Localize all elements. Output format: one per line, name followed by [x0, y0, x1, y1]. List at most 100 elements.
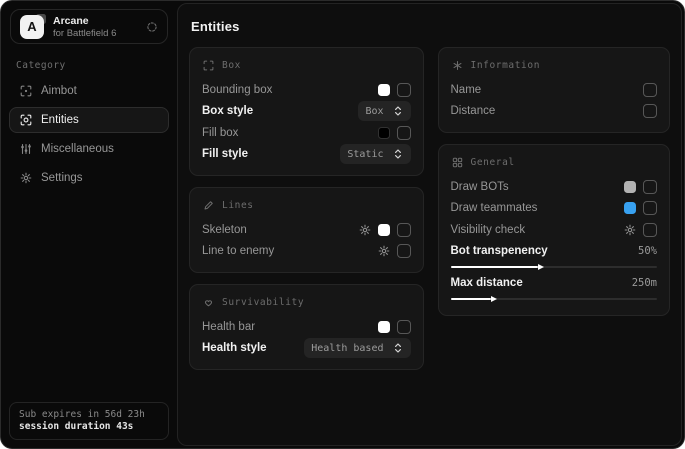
sidebar-item-label: Settings [41, 172, 83, 184]
main-panel: Entities BoxBounding boxBox styleBoxFill… [177, 3, 682, 446]
settings-gear-button-visibility-check[interactable] [624, 224, 636, 236]
updown-icon [392, 148, 404, 160]
grid-icon [452, 157, 463, 168]
setting-label: Name [451, 84, 482, 96]
card-lines: Lines Skeleton Line to enemy [189, 187, 424, 273]
card-header: Information [452, 60, 658, 71]
setting-label: Fill box [202, 127, 238, 139]
card-header: Lines [203, 200, 411, 211]
color-swatch-health-bar[interactable] [378, 321, 390, 333]
slider-track-bot-transpenency[interactable] [451, 266, 658, 268]
setting-row-fill-style: Fill styleStatic [202, 144, 411, 166]
setting-label: Health bar [202, 321, 255, 333]
card-header: Survivability [203, 297, 411, 308]
card-title: Survivability [222, 297, 304, 308]
slider-thumb[interactable] [491, 296, 497, 302]
setting-label: Bounding box [202, 84, 272, 96]
setting-row-health-style: Health style Health based [202, 338, 411, 360]
checkbox-skeleton[interactable] [397, 223, 411, 237]
heart-icon [203, 297, 214, 308]
dropdown-fill-style[interactable]: Static [340, 144, 410, 164]
sliders-icon [20, 143, 32, 155]
gear-icon [624, 224, 636, 236]
setting-row-distance: Distance [451, 101, 658, 123]
app-window: A Arcane for Battlefield 6 Category Aimb… [0, 0, 685, 449]
slider-fill [451, 266, 539, 268]
card-information: Information Name Distance [438, 47, 671, 133]
sidebar-item-entities[interactable]: Entities [9, 107, 169, 133]
gear-icon [359, 224, 371, 236]
box-corners-icon [203, 60, 214, 71]
settings-gear-button-line-to-enemy[interactable] [378, 245, 390, 257]
color-swatch-draw-teammates[interactable] [624, 202, 636, 214]
checkbox-visibility-check[interactable] [643, 223, 657, 237]
row-controls [378, 126, 411, 140]
subscription-info-box: Sub expires in 56d 23h session duration … [9, 402, 169, 440]
row-controls: Box [358, 101, 410, 121]
updown-icon [392, 105, 404, 117]
row-controls [624, 223, 657, 237]
avatar-initial: A [20, 15, 44, 39]
card-title: Box [222, 60, 241, 71]
dotted-circle-icon [146, 21, 158, 33]
color-swatch-draw-bots[interactable] [624, 181, 636, 193]
slider-thumb[interactable] [538, 264, 544, 270]
card-general: GeneralDraw BOTsDraw teammatesVisibility… [438, 144, 671, 316]
settings-gear-button-skeleton[interactable] [359, 224, 371, 236]
row-controls [624, 201, 657, 215]
sidebar-item-miscellaneous[interactable]: Miscellaneous [9, 136, 169, 162]
setting-label: Draw teammates [451, 202, 538, 214]
setting-label: Health style [202, 342, 267, 354]
sidebar-nav: Aimbot Entities Miscellaneous Settings [1, 78, 177, 191]
card-header: Box [203, 60, 411, 71]
setting-row-health-bar: Health bar [202, 316, 411, 338]
dropdown-health-style[interactable]: Health based [304, 338, 410, 358]
row-controls [643, 83, 657, 97]
dropdown-box-style[interactable]: Box [358, 101, 410, 121]
slider-track-max-distance[interactable] [451, 298, 658, 300]
checkbox-health-bar[interactable] [397, 320, 411, 334]
card-box: Box Bounding box Box styleBox Fill box Fill … [189, 47, 424, 176]
checkbox-line-to-enemy[interactable] [397, 244, 411, 258]
brand-subtitle: for Battlefield 6 [53, 28, 116, 39]
checkbox-bounding-box[interactable] [397, 83, 411, 97]
slider-bot-transpenency: Bot transpenency50% [451, 241, 658, 273]
dropdown-value: Static [347, 149, 383, 160]
checkbox-fill-box[interactable] [397, 126, 411, 140]
checkbox-name[interactable] [643, 83, 657, 97]
setting-row-skeleton: Skeleton [202, 219, 411, 241]
gear-icon [378, 245, 390, 257]
checkbox-draw-teammates[interactable] [643, 201, 657, 215]
card-header: General [452, 157, 658, 168]
setting-label: Draw BOTs [451, 181, 509, 193]
sidebar-item-label: Aimbot [41, 85, 77, 97]
slider-value: 250m [632, 277, 657, 289]
crosshair-icon [20, 85, 32, 97]
pencil-line-icon [203, 200, 214, 211]
color-swatch-fill-box[interactable] [378, 127, 390, 139]
checkbox-distance[interactable] [643, 104, 657, 118]
row-controls: Static [340, 144, 410, 164]
color-swatch-bounding-box[interactable] [378, 84, 390, 96]
row-controls [359, 223, 411, 237]
setting-label: Skeleton [202, 224, 247, 236]
setting-label: Line to enemy [202, 245, 274, 257]
session-duration-text: session duration 43s [19, 421, 159, 433]
brand-name: Arcane [53, 15, 116, 28]
checkbox-draw-bots[interactable] [643, 180, 657, 194]
setting-row-box-style: Box styleBox [202, 101, 411, 123]
dropdown-value: Box [365, 106, 383, 117]
setting-row-name: Name [451, 79, 658, 101]
row-controls [643, 104, 657, 118]
sidebar-item-label: Miscellaneous [41, 143, 114, 155]
slider-max-distance: Max distance250m [451, 273, 658, 305]
sidebar-item-settings[interactable]: Settings [9, 165, 169, 191]
sidebar-item-aimbot[interactable]: Aimbot [9, 78, 169, 104]
category-label: Category [16, 60, 177, 71]
color-swatch-skeleton[interactable] [378, 224, 390, 236]
entity-scan-icon [20, 114, 32, 126]
slider-label: Bot transpenency [451, 245, 548, 257]
sidebar: A Arcane for Battlefield 6 Category Aimb… [1, 1, 177, 448]
slider-fill [451, 298, 491, 300]
sub-expiry-text: Sub expires in 56d 23h [19, 408, 159, 421]
